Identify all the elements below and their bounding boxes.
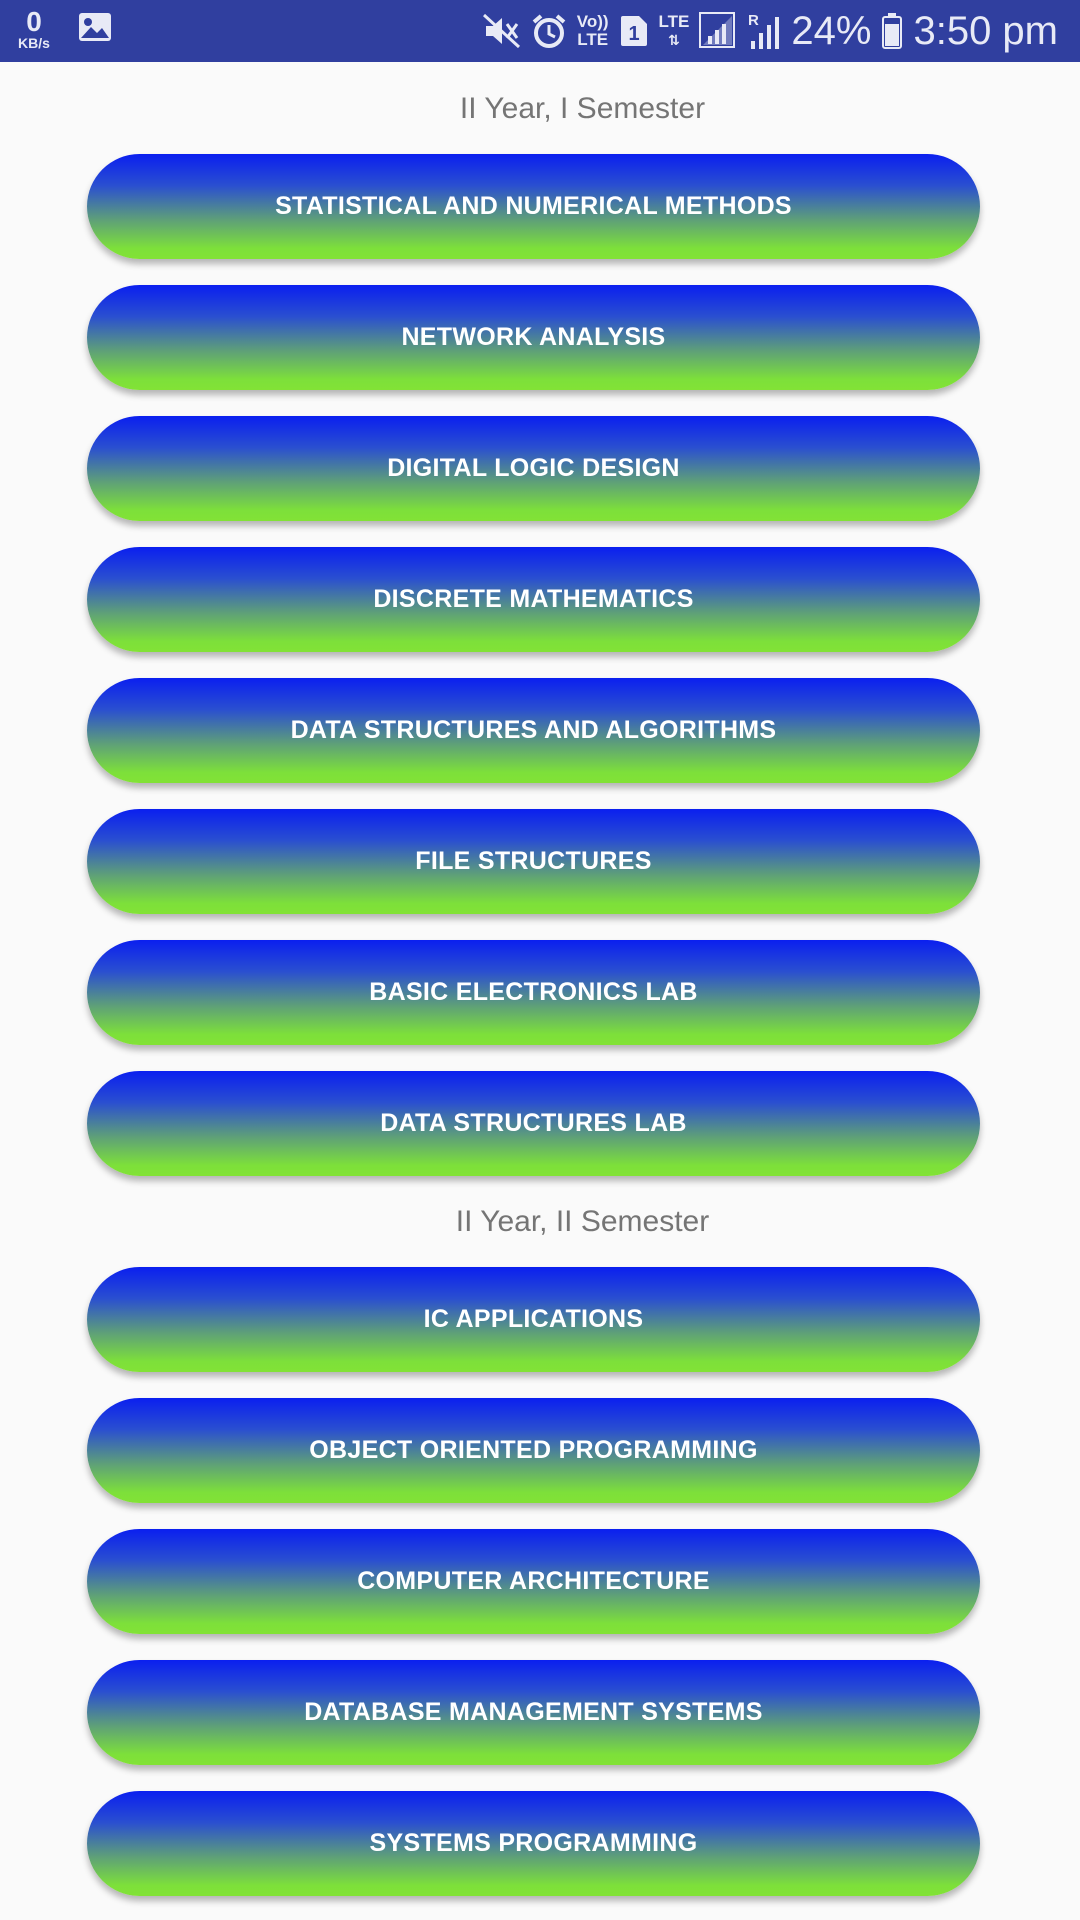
course-button[interactable]: DIGITAL LOGIC DESIGN [87,416,980,521]
network-speed-value: 0 [26,6,42,37]
network-speed: 0 KB/s [14,6,54,51]
course-button[interactable]: BASIC ELECTRONICS LAB [87,940,980,1045]
lte-label: LTE [658,12,690,31]
sim-number: 1 [628,23,639,45]
alarm-icon [531,13,567,49]
course-button[interactable]: DATA STRUCTURES LAB [87,1071,980,1176]
clock: 3:50 pm [913,9,1058,53]
mute-icon [482,14,521,48]
data-arrows-icon: ⇅ [668,32,680,48]
course-button[interactable]: STATISTICAL AND NUMERICAL METHODS [87,154,980,259]
volte-icon: Vo)) LTE [577,13,609,49]
lte-data-icon: LTE ⇅ [659,13,690,49]
status-bar: 0 KB/s Vo)) LTE 1 LTE ⇅ R 24% 3:50 pm [0,0,1080,62]
battery-icon [881,12,903,50]
battery-percent: 24% [791,9,872,53]
status-left: 0 KB/s [14,8,112,50]
roaming-label: R [748,12,759,29]
roaming-signal-icon: R [747,11,781,51]
volte-top-label: Vo)) [576,12,609,31]
status-right: Vo)) LTE 1 LTE ⇅ R 24% 3:50 pm [473,0,1058,62]
section-title-sem2: II Year, II Semester [455,1205,710,1238]
course-button[interactable]: SYSTEMS PROGRAMMING [87,1791,980,1896]
course-button[interactable]: COMPUTER ARCHITECTURE [87,1529,980,1634]
course-button[interactable]: FILE STRUCTURES [87,809,980,914]
course-button[interactable]: NETWORK ANALYSIS [87,285,980,390]
sim-icon: 1 [619,14,649,48]
network-speed-unit: KB/s [18,35,50,51]
course-button[interactable]: DATA STRUCTURES AND ALGORITHMS [87,678,980,783]
course-button[interactable]: DATABASE MANAGEMENT SYSTEMS [87,1660,980,1765]
section-title-sem1: II Year, I Semester [459,92,706,125]
course-button[interactable]: DISCRETE MATHEMATICS [87,547,980,652]
signal-icon [699,12,737,50]
course-button[interactable]: OBJECT ORIENTED PROGRAMMING [87,1398,980,1503]
gallery-icon [78,12,112,47]
course-button[interactable]: IC APPLICATIONS [87,1267,980,1372]
volte-bottom-label: LTE [577,30,609,49]
